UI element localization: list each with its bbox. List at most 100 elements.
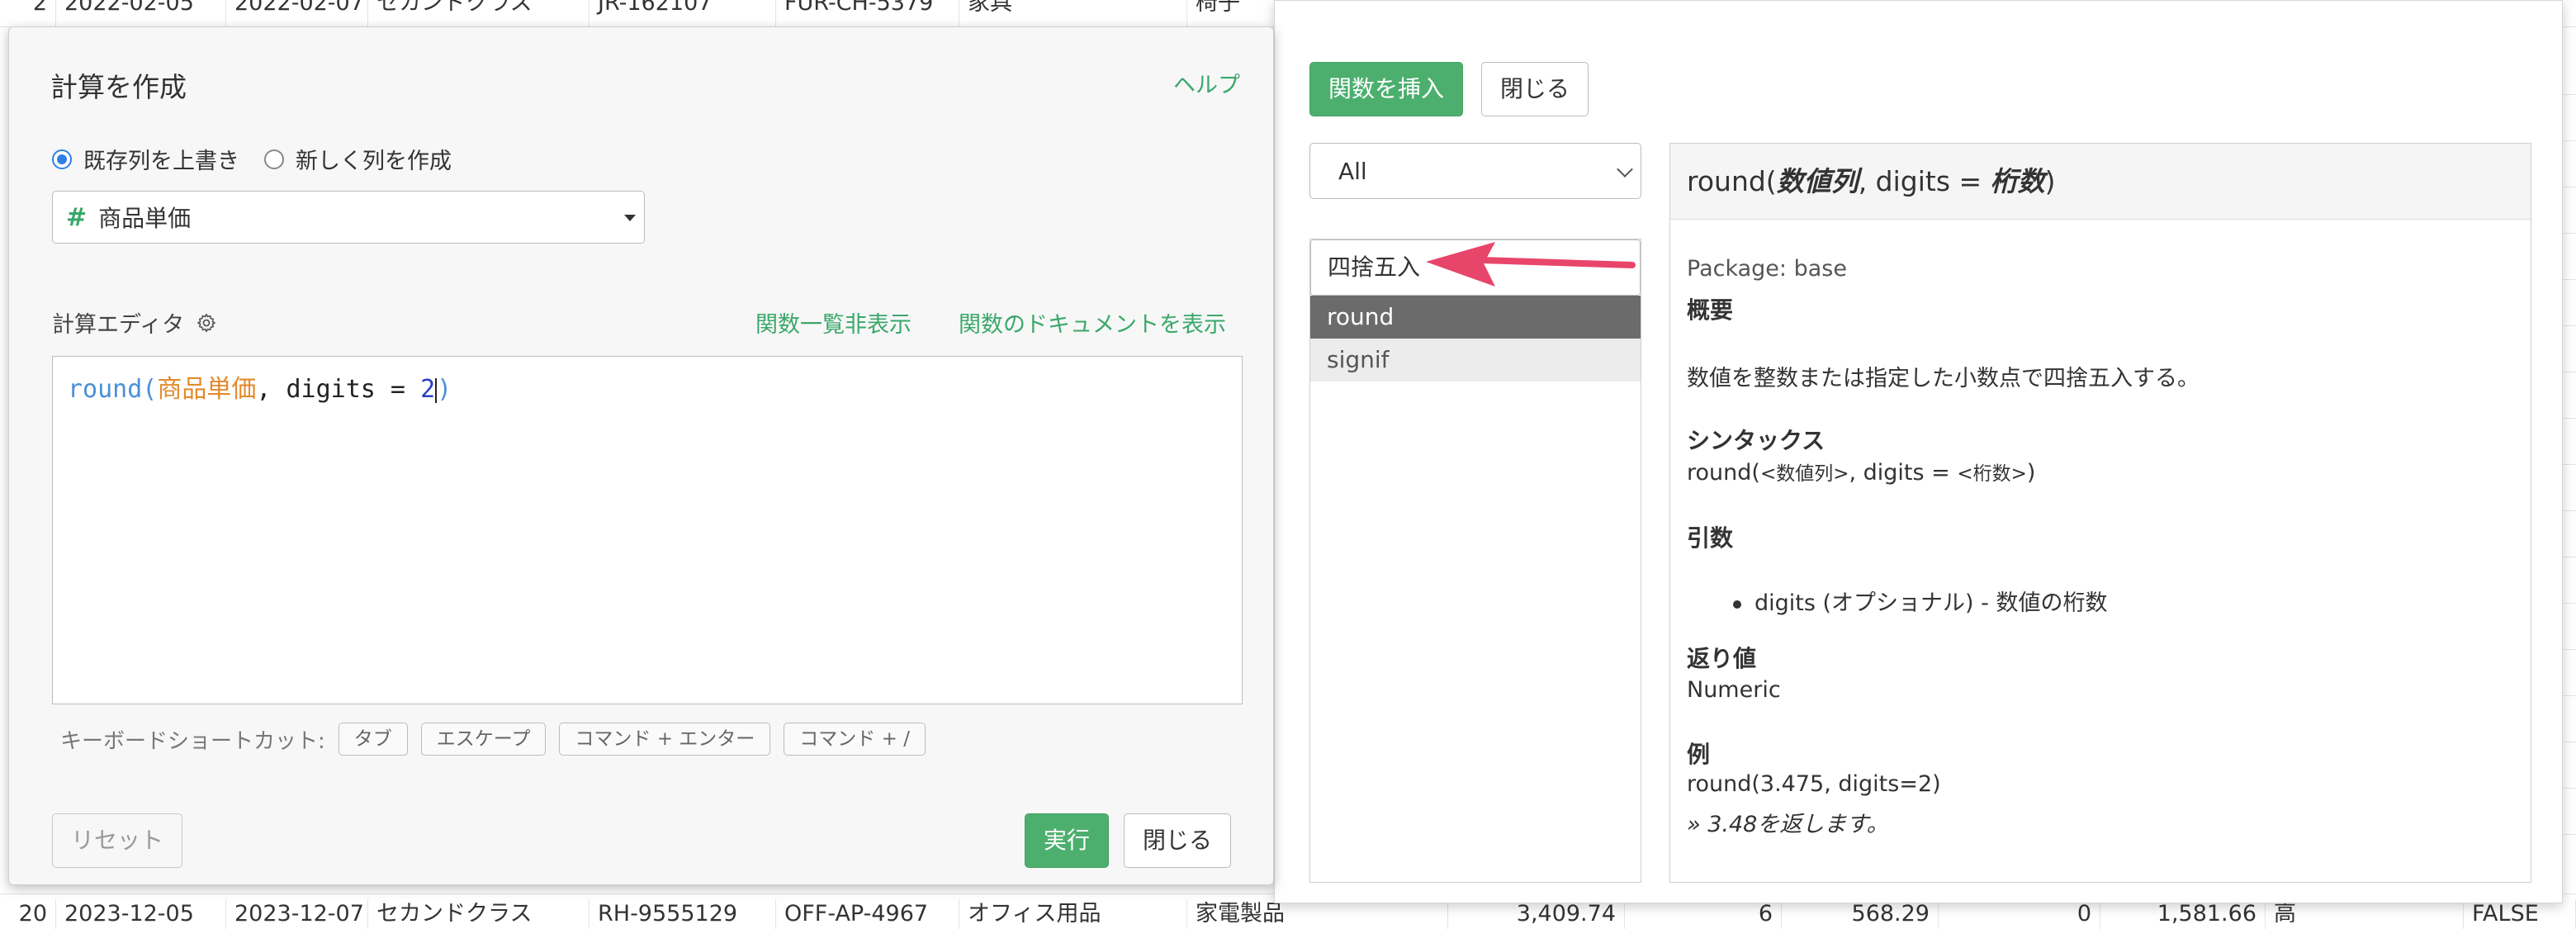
signature-arg: 桁数 [1990, 165, 2045, 197]
grid-line [2563, 649, 2576, 650]
grid-line [2563, 325, 2576, 326]
function-documentation: round(数値列, digits = 桁数) Package: base 概要… [1669, 143, 2531, 883]
code-paren: ) [437, 375, 452, 404]
grid-line [2563, 510, 2576, 511]
code-column-ref: 商品単価 [157, 375, 257, 404]
syntax-part: round( [1687, 460, 1760, 486]
table-cell: セカンドクラス [368, 899, 590, 929]
grid-line [2563, 788, 2576, 789]
syntax-part: , digits = [1849, 460, 1958, 486]
target-column-value: 商品単価 [98, 205, 192, 232]
insert-function-button[interactable]: 関数を挿入 [1309, 62, 1464, 116]
table-cell: 家電製品 [1187, 899, 1448, 929]
grid-line [2563, 140, 2576, 141]
table-cell: 0 [1939, 899, 2100, 929]
syntax-arg: <桁数> [1957, 463, 2027, 485]
function-signature: round(数値列, digits = 桁数) [1670, 144, 2531, 220]
table-cell: RH-9555129 [590, 899, 776, 929]
table-cell: 568.29 [1782, 899, 1939, 929]
keyboard-shortcuts: キーボードショートカット: タブ エスケープ コマンド + エンター コマンド … [60, 723, 926, 756]
radio-new-column-option[interactable]: 新しく列を作成 [264, 143, 452, 175]
output-mode-radio-group: 既存列を上書き 新しく列を作成 [52, 143, 476, 175]
table-cell: OFF-AP-4967 [776, 899, 959, 929]
example-heading: 例 [1687, 741, 1711, 768]
overview-heading: 概要 [1687, 296, 1734, 324]
table-cell: 1,581.66 [2100, 899, 2266, 929]
category-select-value: All [1338, 157, 1367, 185]
close-dialog-button[interactable]: 閉じる [1124, 813, 1232, 868]
table-cell: 2022-02-07 [226, 0, 368, 26]
arguments-heading: 引数 [1687, 524, 1734, 552]
create-calculation-dialog: 計算を作成 ヘルプ 既存列を上書き 新しく列を作成 # 商品単価 計算エディタ … [8, 26, 1274, 885]
example-code: round(3.475, digits=2) [1687, 771, 1941, 797]
help-link[interactable]: ヘルプ [1173, 67, 1240, 99]
table-cell: JR-162107 [590, 0, 776, 26]
return-value: Numeric [1687, 677, 1781, 703]
argument-text: digits (オプショナル) - 数値の桁数 [1754, 590, 2108, 616]
hide-function-list-link[interactable]: 関数一覧非表示 [755, 306, 912, 339]
table-cell: オフィス用品 [959, 899, 1187, 929]
target-column-select[interactable]: # 商品単価 [52, 191, 645, 244]
signature-arg: 数値列 [1776, 165, 1859, 197]
grid-line [2563, 418, 2576, 419]
chevron-down-icon [1617, 161, 1633, 178]
grid-line [2563, 603, 2576, 604]
table-cell: 2023-12-05 [56, 899, 226, 929]
grid-line [2563, 464, 2576, 465]
run-button[interactable]: 実行 [1025, 813, 1110, 868]
shortcut-key: タブ [338, 723, 408, 756]
signature-suffix: ) [2044, 165, 2056, 197]
grid-line [2563, 94, 2576, 95]
radio-unchecked-icon[interactable] [264, 149, 284, 169]
grid-line [2563, 834, 2576, 835]
overview-text: 数値を整数または指定した小数点で四捨五入する。 [1687, 366, 2200, 391]
numeric-hash-icon: # [66, 202, 88, 232]
table-cell: 高 [2266, 899, 2464, 929]
argument-item: digits (オプショナル) - 数値の桁数 [1733, 585, 2108, 617]
function-list-item-round[interactable]: round [1310, 296, 1641, 339]
bullet-icon [1733, 600, 1741, 609]
editor-label-text: 計算エディタ [52, 312, 185, 338]
shortcut-key: コマンド + エンター [559, 723, 771, 756]
radio-overwrite-option[interactable]: 既存列を上書き [52, 143, 239, 175]
syntax-text: round(<数値列>, digits = <桁数>) [1687, 457, 2035, 486]
show-function-docs-link[interactable]: 関数のドキュメントを表示 [959, 306, 1226, 339]
function-list-panel: 四捨五入 round signif [1309, 239, 1641, 883]
shortcut-key: コマンド + / [784, 723, 926, 756]
function-list-item-signif[interactable]: signif [1310, 339, 1641, 382]
caret-down-icon [624, 215, 636, 221]
table-cell: 家具 [959, 0, 1187, 26]
reset-button[interactable]: リセット [52, 813, 183, 868]
gear-icon[interactable] [196, 312, 217, 334]
grid-line [2563, 279, 2576, 280]
table-cell: 2023-12-07 [226, 899, 368, 929]
radio-new-column-label: 新しく列を作成 [296, 149, 452, 174]
table-cell: 2022-02-05 [56, 0, 226, 26]
radio-overwrite-label: 既存列を上書き [83, 149, 239, 174]
shortcut-key: エスケープ [420, 723, 547, 756]
code-text: , digits = [256, 375, 421, 404]
grid-line [2563, 695, 2576, 696]
calculation-code-editor[interactable]: round(商品単価, digits = 2) [52, 356, 1243, 704]
annotation-arrow-icon [1426, 242, 1636, 287]
example-result: » 3.48を返します。 [1687, 812, 1889, 837]
category-select[interactable]: All [1309, 143, 1641, 199]
function-reference-panel: 関数を挿入 閉じる All 四捨五入 round signif round(数値… [1274, 0, 2563, 903]
signature-mid: , digits = [1858, 165, 1991, 197]
radio-checked-icon[interactable] [52, 149, 72, 169]
syntax-heading: シンタックス [1687, 427, 1825, 454]
row-number-cell: 2 [0, 0, 56, 26]
dialog-title: 計算を作成 [50, 71, 187, 103]
grid-line [2563, 233, 2576, 234]
table-cell: セカンドクラス [368, 0, 590, 26]
table-cell: FALSE [2464, 899, 2576, 929]
table-cell: 6 [1625, 899, 1782, 929]
return-heading: 返り値 [1687, 645, 1757, 672]
syntax-part: ) [2026, 460, 2036, 486]
code-function: round( [68, 375, 158, 404]
signature-prefix: round( [1687, 165, 1777, 197]
code-number: 2 [420, 375, 436, 404]
calculation-editor-label: 計算エディタ [52, 306, 217, 339]
close-panel-button[interactable]: 閉じる [1481, 62, 1589, 116]
syntax-arg: <数値列> [1759, 463, 1849, 485]
